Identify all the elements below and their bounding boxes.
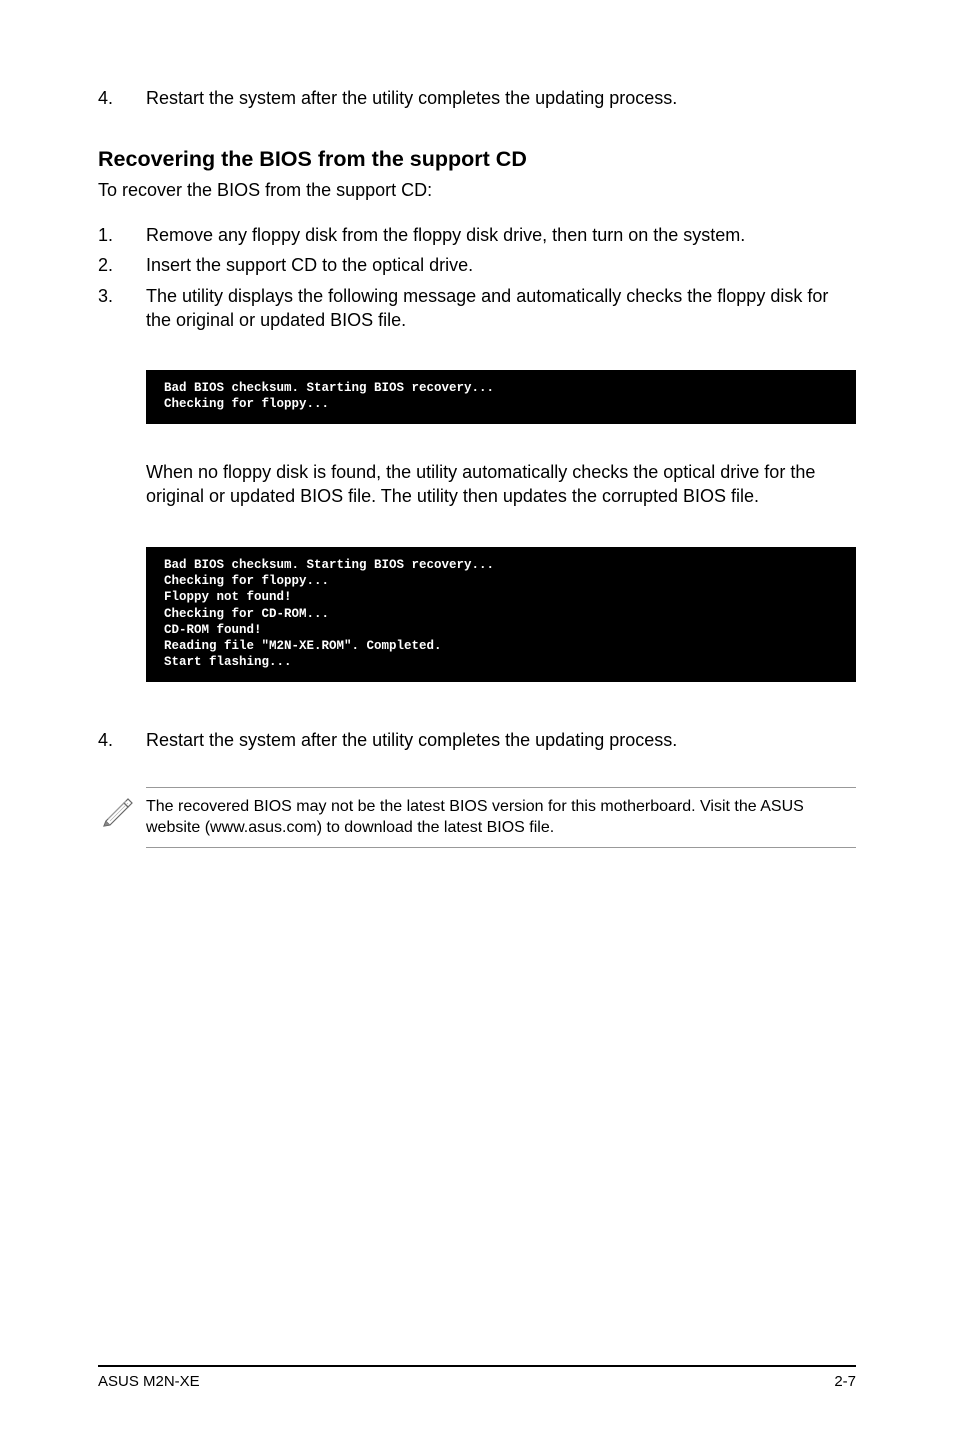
intro-text: To recover the BIOS from the support CD: bbox=[98, 180, 856, 201]
step-text: The utility displays the following messa… bbox=[146, 284, 856, 333]
step-text: Insert the support CD to the optical dri… bbox=[146, 253, 856, 277]
list-item: 3. The utility displays the following me… bbox=[98, 284, 856, 333]
step-number: 4. bbox=[98, 88, 146, 109]
step-number: 1. bbox=[98, 223, 146, 247]
note-text: The recovered BIOS may not be the latest… bbox=[146, 787, 856, 848]
step-number: 2. bbox=[98, 253, 146, 277]
explanatory-paragraph: When no floppy disk is found, the utilit… bbox=[146, 460, 856, 509]
terminal-output-2: Bad BIOS checksum. Starting BIOS recover… bbox=[146, 547, 856, 682]
footer-page-number: 2-7 bbox=[834, 1373, 856, 1390]
step-text: Remove any floppy disk from the floppy d… bbox=[146, 223, 856, 247]
note-box: The recovered BIOS may not be the latest… bbox=[102, 787, 856, 848]
step-number: 4. bbox=[98, 730, 146, 751]
steps-list: 1. Remove any floppy disk from the flopp… bbox=[98, 223, 856, 332]
terminal-output-1: Bad BIOS checksum. Starting BIOS recover… bbox=[146, 370, 856, 424]
bottom-step-4: 4. Restart the system after the utility … bbox=[98, 730, 856, 751]
footer-product: ASUS M2N-XE bbox=[98, 1373, 200, 1390]
list-item: 2. Insert the support CD to the optical … bbox=[98, 253, 856, 277]
page-footer: ASUS M2N-XE 2-7 bbox=[98, 1365, 856, 1390]
step-text: Restart the system after the utility com… bbox=[146, 730, 677, 751]
section-heading: Recovering the BIOS from the support CD bbox=[98, 147, 856, 172]
step-number: 3. bbox=[98, 284, 146, 333]
step-text: Restart the system after the utility com… bbox=[146, 88, 677, 109]
top-step-4: 4. Restart the system after the utility … bbox=[98, 88, 856, 109]
list-item: 1. Remove any floppy disk from the flopp… bbox=[98, 223, 856, 247]
pencil-note-icon bbox=[102, 787, 146, 832]
